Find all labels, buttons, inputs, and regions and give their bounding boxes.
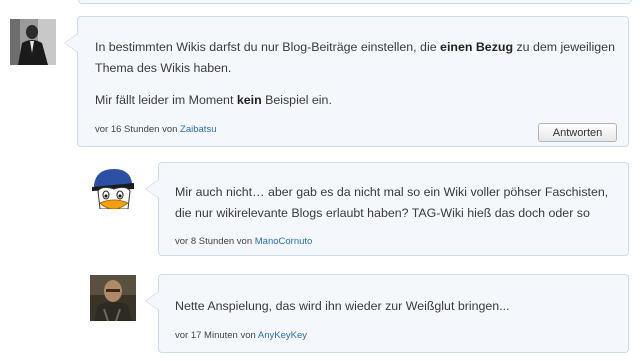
cartoon-duck-icon <box>90 163 136 209</box>
timestamp: vor 16 Stunden von <box>95 124 178 135</box>
comment-text-line: die nur wikirelevante Blogs erlaubt habe… <box>175 206 590 220</box>
comment-text-line: In bestimmten Wikis darfst du nur Blog-B… <box>95 40 615 54</box>
comment-bubble: Mir auch nicht… aber gab es da nicht mal… <box>145 162 629 256</box>
comment-bubble: In bestimmten Wikis darfst du nur Blog-B… <box>64 16 629 147</box>
timestamp: vor 8 Stunden von <box>175 236 253 247</box>
bubble-pointer <box>145 179 159 199</box>
man-in-suit-photo-icon <box>10 19 56 65</box>
bald-man-photo-icon <box>90 275 136 321</box>
reply-button[interactable]: Antworten <box>538 123 617 142</box>
comment-meta: vor 17 Minuten von AnyKeyKey <box>175 330 307 341</box>
comment-bubble: Nette Anspielung, das wird ihn wieder zu… <box>145 274 629 353</box>
avatar-zaibatsu[interactable] <box>10 19 56 65</box>
timestamp: vor 17 Minuten von <box>175 330 256 341</box>
comment-text-line: Mir auch nicht… aber gab es da nicht mal… <box>175 185 609 199</box>
comment-text-line: Mir fällt leider im Moment kein Beispiel… <box>95 93 332 107</box>
comment-text-line: Thema des Wikis haben. <box>95 61 232 75</box>
comment-text-line: Nette Anspielung, das wird ihn wieder zu… <box>175 299 510 313</box>
comment-meta: vor 8 Stunden von ManoCornuto <box>175 236 312 247</box>
avatar-anykeykey[interactable] <box>90 275 136 321</box>
previous-comment-edge <box>78 0 632 4</box>
author-link[interactable]: AnyKeyKey <box>258 330 307 341</box>
comment-meta: vor 16 Stunden von Zaibatsu <box>95 124 216 135</box>
bubble-pointer <box>64 33 78 53</box>
avatar-manocornuto[interactable] <box>90 163 136 209</box>
bubble-pointer <box>145 291 159 311</box>
author-link[interactable]: Zaibatsu <box>180 124 216 135</box>
author-link[interactable]: ManoCornuto <box>255 236 313 247</box>
